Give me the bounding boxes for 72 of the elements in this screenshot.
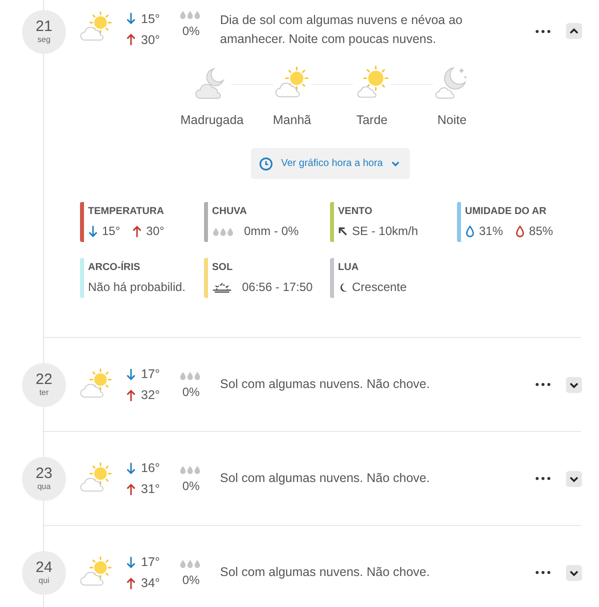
arrow-up-icon bbox=[126, 33, 136, 46]
detail-label: ARCO-ÍRIS bbox=[88, 262, 142, 273]
raindrops-icon bbox=[212, 226, 236, 236]
min-temperature: 17° bbox=[141, 555, 160, 569]
max-temperature: 30° bbox=[141, 32, 160, 46]
detail-value: 0mm - 0% bbox=[244, 224, 299, 238]
detail-value: SE - 10km/h bbox=[352, 224, 418, 238]
more-icon[interactable] bbox=[534, 382, 552, 387]
more-icon[interactable] bbox=[534, 570, 552, 575]
detail-label: CHUVA bbox=[212, 206, 248, 217]
chevron-up-icon bbox=[569, 26, 579, 36]
hourly-chart-button[interactable]: Ver gráfico hora a hora bbox=[251, 148, 410, 179]
max-temperature: 34° bbox=[141, 576, 160, 590]
period-label: Tarde bbox=[356, 113, 388, 127]
detail-value: 06:56 - 17:50 bbox=[242, 280, 313, 294]
min-temperature: 16° bbox=[141, 461, 160, 475]
period-label: Madrugada bbox=[180, 113, 244, 127]
weather-description: Sol com algumas nuvens. Não chove. bbox=[220, 470, 431, 487]
max-temperature: 31° bbox=[141, 482, 160, 496]
max-temperature: 32° bbox=[141, 388, 160, 402]
arrow-up-left-icon bbox=[338, 224, 348, 238]
arrow-down-icon bbox=[126, 368, 136, 380]
more-icon[interactable] bbox=[534, 476, 552, 481]
expand-toggle[interactable] bbox=[566, 470, 582, 486]
detail-value: Crescente bbox=[352, 280, 407, 294]
arrow-down-icon bbox=[88, 224, 98, 238]
detail-label: VENTO bbox=[338, 206, 374, 217]
raindrops-icon bbox=[179, 464, 203, 474]
day-badge: 21 seg bbox=[22, 10, 66, 54]
rain-chance: 0% bbox=[182, 478, 200, 492]
rain-chance: 0% bbox=[182, 24, 200, 38]
rain-chance: 0% bbox=[182, 384, 200, 398]
drop-icon bbox=[465, 224, 475, 238]
detail-label: TEMPERATURA bbox=[88, 206, 165, 217]
max-humidity: 85% bbox=[529, 224, 554, 238]
day-badge: 24 qui bbox=[22, 550, 66, 594]
arrow-down-icon bbox=[126, 462, 136, 474]
detail-label: UMIDADE DO AR bbox=[465, 206, 548, 217]
arrow-up-icon bbox=[126, 482, 136, 496]
raindrops-icon bbox=[179, 558, 203, 568]
weather-description: Sol com algumas nuvens. Não chove. bbox=[220, 564, 431, 581]
more-icon[interactable] bbox=[534, 29, 552, 34]
detail-label: LUA bbox=[338, 262, 360, 273]
clock-icon bbox=[259, 156, 274, 170]
detail-label: SOL bbox=[212, 262, 234, 273]
weather-description: Sol com algumas nuvens. Não chove. bbox=[220, 376, 431, 393]
raindrops-icon bbox=[179, 10, 203, 19]
arrow-up-icon bbox=[132, 224, 142, 238]
min-temperature: 15° bbox=[102, 224, 120, 238]
day-badge: 22 ter bbox=[22, 362, 66, 406]
expand-toggle[interactable] bbox=[566, 23, 582, 39]
expand-toggle[interactable] bbox=[566, 376, 582, 392]
raindrops-icon bbox=[179, 370, 203, 380]
arrow-down-icon bbox=[126, 556, 136, 568]
arrow-down-icon bbox=[126, 12, 136, 25]
chevron-down-icon bbox=[390, 159, 400, 168]
min-humidity: 31% bbox=[479, 224, 504, 238]
rain-chance: 0% bbox=[182, 572, 200, 586]
day-badge: 23 qua bbox=[22, 456, 66, 500]
sunrise-icon bbox=[212, 282, 232, 292]
period-label: Noite bbox=[437, 113, 467, 127]
detail-value: Não há probabilid. bbox=[88, 280, 186, 294]
moon-icon bbox=[338, 280, 348, 294]
weather-description: Dia de sol com algumas nuvens e névoa ao amanhecer. Noite com poucas nuvens. bbox=[220, 12, 464, 48]
min-temperature: 15° bbox=[141, 12, 160, 26]
max-temperature: 30° bbox=[146, 224, 164, 238]
arrow-up-icon bbox=[126, 576, 136, 590]
drop-icon bbox=[515, 224, 526, 238]
arrow-up-icon bbox=[126, 388, 136, 402]
min-temperature: 17° bbox=[141, 367, 160, 381]
period-label: Manhã bbox=[272, 113, 312, 127]
expand-toggle[interactable] bbox=[566, 564, 582, 580]
